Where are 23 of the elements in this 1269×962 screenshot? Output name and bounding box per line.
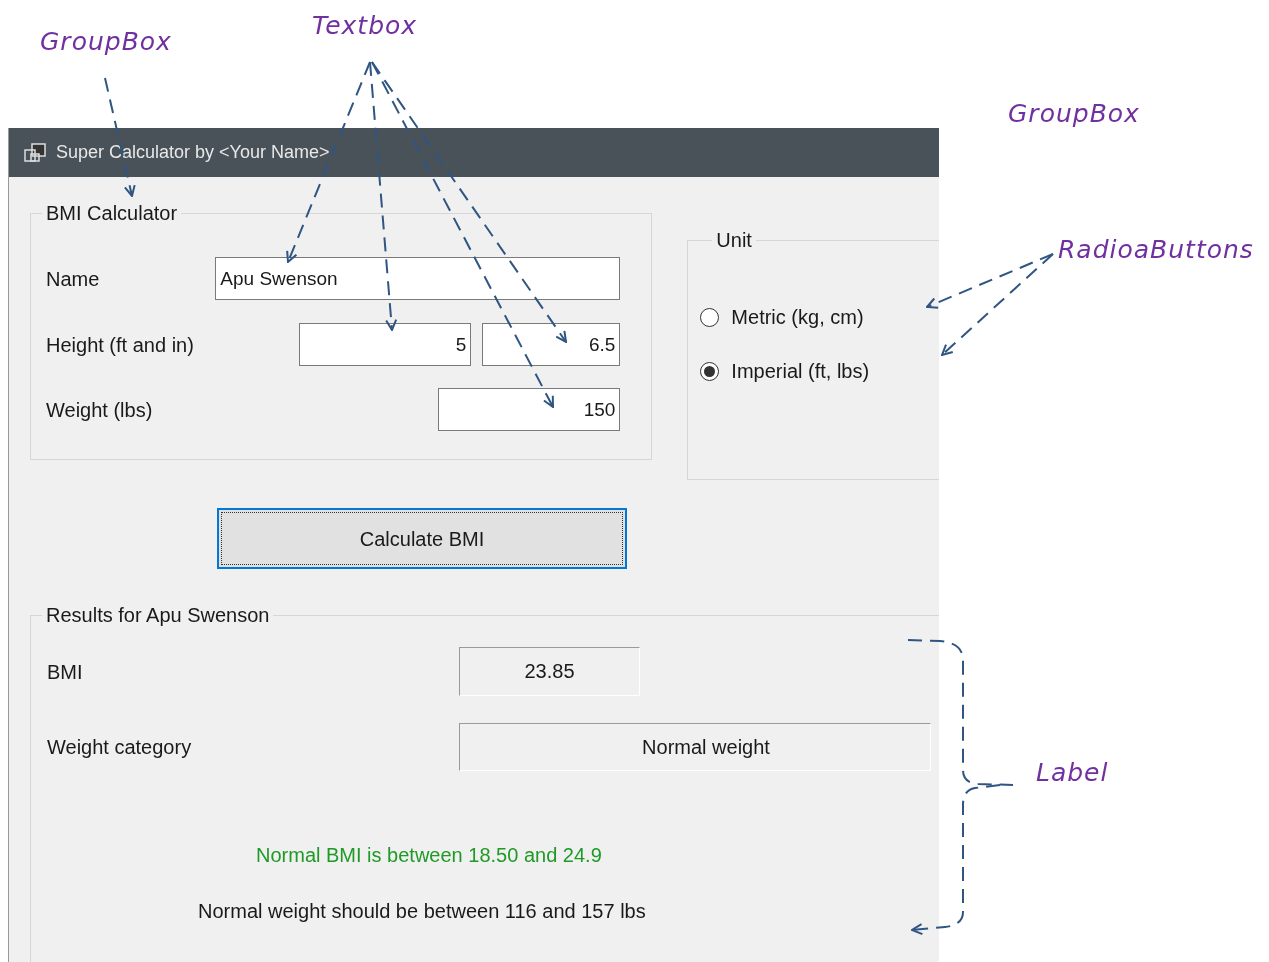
radio-label[interactable]: Metric (kg, cm) [731,305,864,329]
annotation-label: Label [1036,757,1109,789]
result-label: BMI [47,659,84,684]
annotation-label: GroupBox [40,26,172,58]
result-value: Normal weight [459,723,931,771]
annotation-label: RadioaButtons [1058,234,1254,266]
annotation-label: GroupBox [1008,98,1140,130]
text-field[interactable]: 150 [438,388,621,431]
radio-label[interactable]: Imperial (ft, lbs) [731,359,870,383]
calculate-button[interactable]: Calculate BMI [217,508,627,569]
annotation-label: Textbox [312,10,418,42]
weight-range-text: Normal weight should be between 116 and 157 lbs [198,899,646,923]
normal-range-text: Normal BMI is between 18.50 and 24.9 [256,843,602,867]
field-label: Height (ft and in) [46,332,194,357]
result-label: Weight category [47,735,193,759]
text-field[interactable]: 5 [299,323,472,366]
field-label: Weight (lbs) [46,397,153,422]
result-value: 23.85 [459,647,640,696]
text-field[interactable]: Apu Swenson [215,257,621,300]
text-field[interactable]: 6.5 [482,323,621,366]
field-label: Name [46,266,100,291]
window-icon [24,142,46,163]
window-title: Super Calculator by <Your Name> [56,141,330,164]
